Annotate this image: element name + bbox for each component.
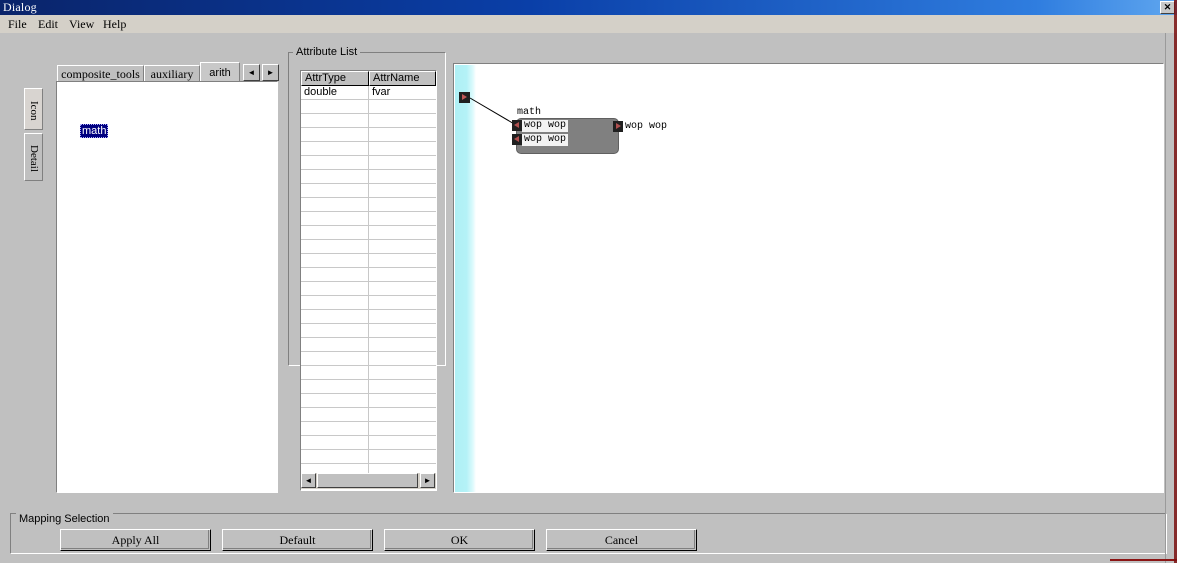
table-row[interactable] <box>301 114 436 128</box>
view-tab-label: Detail <box>28 145 40 172</box>
node-input-port-1[interactable] <box>512 134 522 145</box>
canvas-input-strip <box>455 65 476 492</box>
list-item[interactable]: math <box>80 124 109 138</box>
default-button[interactable]: Default <box>222 529 373 551</box>
tab-arith[interactable]: arith <box>200 62 240 83</box>
table-row[interactable] <box>301 380 436 394</box>
title-bar: Dialog ✕ <box>0 0 1177 15</box>
window-right-edge <box>1165 33 1166 563</box>
tab-scroll-left-button[interactable]: ◄ <box>243 64 260 81</box>
node-output-port-0[interactable] <box>613 121 623 132</box>
scrollbar-thumb[interactable] <box>317 473 418 488</box>
table-row[interactable] <box>301 366 436 380</box>
column-header-attrname[interactable]: AttrName <box>369 71 436 86</box>
table-row[interactable] <box>301 310 436 324</box>
table-row[interactable] <box>301 226 436 240</box>
table-row[interactable] <box>301 198 436 212</box>
table-row[interactable] <box>301 100 436 114</box>
attribute-list-group-label: Attribute List <box>293 46 361 58</box>
menu-item-file[interactable]: File <box>4 17 31 31</box>
node-title: math <box>517 107 542 118</box>
scroll-right-icon[interactable]: ► <box>420 473 435 488</box>
cell-attrtype: double <box>304 86 338 98</box>
table-row[interactable] <box>301 450 436 464</box>
column-header-attrtype[interactable]: AttrType <box>301 71 369 86</box>
menu-item-edit[interactable]: Edit <box>34 17 62 31</box>
attribute-table[interactable]: AttrType AttrName double fvar <box>300 70 437 491</box>
table-row[interactable] <box>301 170 436 184</box>
ok-button[interactable]: OK <box>384 529 535 551</box>
attribute-table-hscrollbar[interactable]: ◄ ► <box>301 473 436 489</box>
menu-item-help[interactable]: Help <box>99 17 130 31</box>
table-row[interactable] <box>301 282 436 296</box>
tab-scroll-right-button[interactable]: ► <box>262 64 279 81</box>
arrow-right-icon <box>462 94 467 100</box>
cell-attrname: fvar <box>372 86 391 98</box>
view-tab-icon[interactable]: Icon <box>24 88 43 130</box>
table-row[interactable]: double fvar <box>301 86 436 100</box>
table-row[interactable] <box>301 324 436 338</box>
menu-bar: File Edit View Help <box>0 15 1177 33</box>
node-input-label-0: wop wop <box>522 120 569 132</box>
bottom-accent-strip <box>1110 559 1177 561</box>
table-row[interactable] <box>301 268 436 282</box>
table-row[interactable] <box>301 156 436 170</box>
node-input-label-1: wop wop <box>522 134 569 146</box>
table-row[interactable] <box>301 352 436 366</box>
table-row[interactable] <box>301 240 436 254</box>
table-row[interactable] <box>301 142 436 156</box>
node-output-label-0: wop wop <box>625 121 668 132</box>
table-row[interactable] <box>301 128 436 142</box>
arrow-left-icon <box>514 136 519 142</box>
view-tab-label: Icon <box>28 100 40 121</box>
dialog-window: Dialog ✕ File Edit View Help Icon Detail com… <box>0 0 1177 563</box>
component-list-panel[interactable]: math <box>56 81 278 493</box>
arrow-left-icon <box>514 122 519 128</box>
table-row[interactable] <box>301 436 436 450</box>
mapping-selection-label: Mapping Selection <box>16 513 113 525</box>
menu-item-view[interactable]: View <box>65 17 98 31</box>
apply-all-button[interactable]: Apply All <box>60 529 211 551</box>
graph-canvas[interactable]: math wop wop wop wop wop wop <box>453 63 1164 493</box>
table-row[interactable] <box>301 254 436 268</box>
scroll-left-icon[interactable]: ◄ <box>301 473 316 488</box>
close-icon[interactable]: ✕ <box>1160 1 1175 14</box>
table-row[interactable] <box>301 184 436 198</box>
table-row[interactable] <box>301 394 436 408</box>
table-row[interactable] <box>301 296 436 310</box>
view-tab-detail[interactable]: Detail <box>24 133 43 181</box>
table-row[interactable] <box>301 338 436 352</box>
arrow-right-icon <box>616 123 621 129</box>
node-input-port-0[interactable] <box>512 120 522 131</box>
source-port-icon[interactable] <box>459 92 470 103</box>
table-row[interactable] <box>301 212 436 226</box>
table-row[interactable] <box>301 422 436 436</box>
cancel-button[interactable]: Cancel <box>546 529 697 551</box>
window-title: Dialog <box>3 0 37 14</box>
table-row[interactable] <box>301 408 436 422</box>
